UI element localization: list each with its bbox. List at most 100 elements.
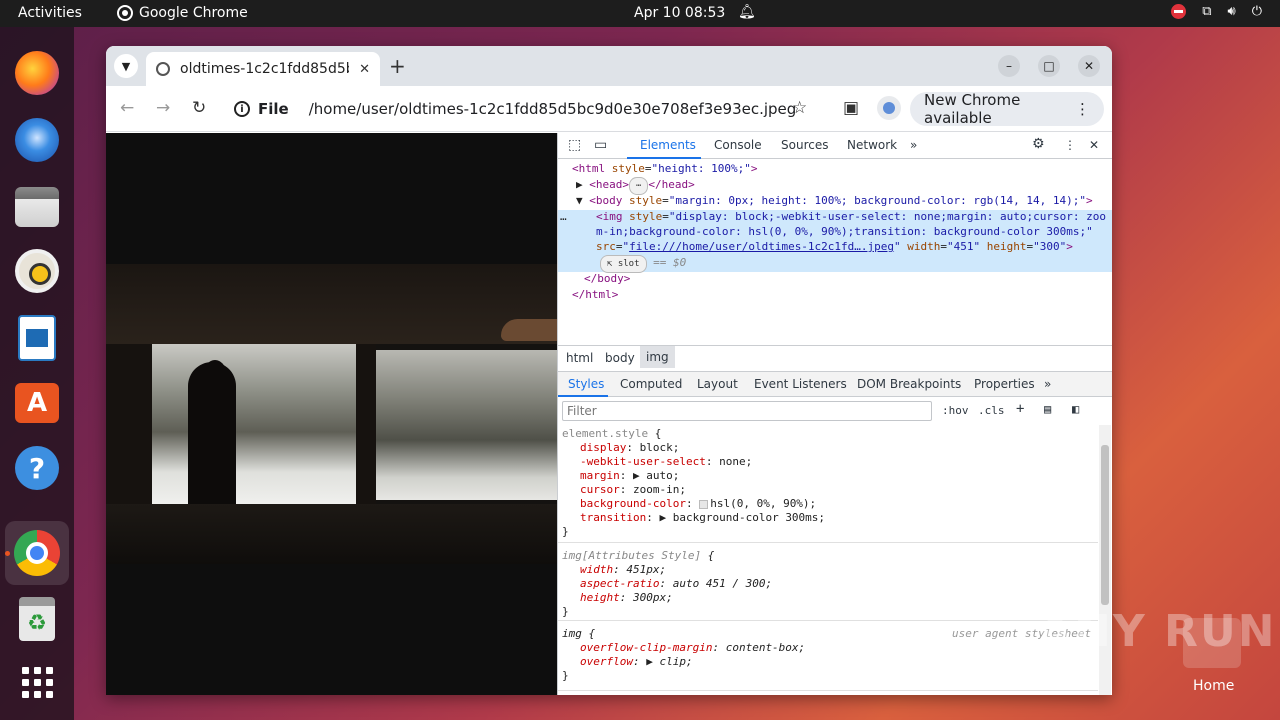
node-ellipsis-icon[interactable]: … [560,209,567,225]
network-icon[interactable]: ⧉ [1202,4,1211,19]
tab-layout[interactable]: Layout [697,377,738,391]
dom-node-body-close[interactable]: </body> [584,271,630,287]
home-folder-icon[interactable] [1183,618,1241,668]
tab-properties[interactable]: Properties [974,377,1035,391]
tab-strip: ▼ oldtimes-1c2c1fdd85d5b ✕ + – □ ✕ [106,46,1112,86]
dock-trash[interactable]: ♻ [12,594,62,644]
new-style-rule-icon[interactable]: + [1016,401,1024,417]
power-icon[interactable]: ⏻ [1252,4,1262,19]
activities-button[interactable]: Activities [18,5,82,21]
dock-rhythmbox[interactable] [12,246,62,296]
style-prop: width: 451px; [580,563,667,576]
displayed-image[interactable] [106,264,557,564]
info-icon[interactable]: i [234,101,250,117]
toggle-sidebar-icon[interactable]: ◧ [1072,402,1079,416]
reveal-icon: ⇱ [607,259,613,269]
close-tab-icon[interactable]: ✕ [359,62,370,77]
style-prop[interactable]: cursor: zoom-in; [580,483,686,497]
tab-dom-breakpoints[interactable]: DOM Breakpoints [857,377,961,391]
settings-gear-icon[interactable]: ⚙ [1032,136,1045,152]
expand-arrow-icon: ▶ [576,178,583,191]
devtools-tabbar: ⬚ ▭ Elements Console Sources Network » ⚙… [558,133,1112,159]
bell-icon[interactable]: 🔔︎ [738,4,756,20]
forward-button[interactable]: → [156,98,170,118]
dom-node-body[interactable]: ▼ <body style="margin: 0px; height: 100%… [576,193,1093,209]
profile-avatar[interactable] [877,96,901,120]
dom-node-img-cont: m-in;background-color: hsl(0, 0%, 90%);t… [596,225,1093,238]
dock-firefox[interactable] [12,48,62,98]
dom-node-html[interactable]: <html style="height: 100%;"> [572,161,757,177]
tab-console[interactable]: Console [714,138,762,152]
do-not-disturb-icon[interactable] [1171,4,1187,19]
active-tab[interactable]: oldtimes-1c2c1fdd85d5b ✕ [146,52,380,86]
dock-app-center[interactable]: A [12,378,62,428]
image-src-link[interactable]: file:///home/user/oldtimes-1c2c1fd….jpeg [629,240,894,253]
close-window-button[interactable]: ✕ [1078,55,1100,77]
minimize-button[interactable]: – [998,55,1020,77]
rule-selector: img [562,627,582,640]
dock-show-apps[interactable] [12,657,62,707]
url-text[interactable]: /home/user/oldtimes-1c2c1fdd85d5bc9d0e30… [309,100,797,118]
app-menu[interactable]: Google Chrome [117,5,248,21]
style-prop[interactable]: transition: ▶ background-color 300ms; [580,511,825,525]
chrome-app-icon [117,5,133,21]
tab-computed[interactable]: Computed [620,377,682,391]
tab-event-listeners[interactable]: Event Listeners [754,377,847,391]
thunderbird-icon [15,118,59,162]
volume-icon[interactable]: 🔊︎ [1228,4,1236,19]
style-prop[interactable]: -webkit-user-select: none; [580,455,752,469]
firefox-icon [15,51,59,95]
tab-elements[interactable]: Elements [640,138,696,152]
home-desktop-label[interactable]: Home [1193,678,1234,694]
kebab-menu-icon[interactable]: ⋮ [1075,100,1090,118]
rhythmbox-icon [15,249,59,293]
filter-row: Filter :hov .cls + ▤ ◧ [558,397,1098,425]
breadcrumb-body[interactable]: body [605,351,635,365]
new-tab-button[interactable]: + [389,54,406,78]
update-chip[interactable]: New Chrome available ⋮ [910,91,1104,127]
system-tray[interactable]: ⧉ 🔊︎ ⏻ [1171,4,1262,19]
class-toggle[interactable]: .cls [978,404,1005,417]
dom-node-html-close[interactable]: </html> [572,287,618,303]
dock-files[interactable] [12,182,62,232]
hover-state-toggle[interactable]: :hov [942,404,969,417]
style-prop[interactable]: margin: ▶ auto; [580,469,679,483]
scrollbar-thumb[interactable] [1101,445,1109,605]
clock[interactable]: Apr 10 08:53 [634,5,725,21]
dock-thunderbird[interactable] [12,115,62,165]
paint-brush-icon[interactable]: ▤ [1044,402,1051,416]
device-toolbar-icon[interactable]: ▭ [594,137,607,153]
style-prop[interactable]: background-color: hsl(0, 0%, 90%); [580,497,816,511]
more-tabs-icon[interactable]: » [910,138,917,152]
tab-search-button[interactable]: ▼ [114,54,138,78]
breadcrumb-img[interactable]: img [640,346,675,368]
tab-styles[interactable]: Styles [568,377,604,391]
style-prop[interactable]: display: block; [580,441,679,455]
rule-selector[interactable]: element.style [562,427,648,440]
tab-sources[interactable]: Sources [781,138,828,152]
tab-title: oldtimes-1c2c1fdd85d5b [180,61,350,77]
address-bar[interactable]: i File /home/user/oldtimes-1c2c1fdd85d5b… [226,93,826,125]
chrome-window: ▼ oldtimes-1c2c1fdd85d5b ✕ + – □ ✕ ← → ↻… [106,46,1112,695]
tab-network[interactable]: Network [847,138,897,152]
inspect-element-icon[interactable]: ⬚ [568,137,581,153]
devtools-panel: ⬚ ▭ Elements Console Sources Network » ⚙… [557,133,1112,695]
more-subtabs-icon[interactable]: » [1044,377,1051,391]
maximize-button[interactable]: □ [1038,55,1060,77]
toolbar: ← → ↻ i File /home/user/oldtimes-1c2c1fd… [106,86,1112,132]
back-button[interactable]: ← [120,98,134,118]
side-panel-icon[interactable]: ▣ [843,98,859,118]
close-devtools-icon[interactable]: ✕ [1089,138,1099,152]
devtools-menu-icon[interactable]: ⋮ [1064,138,1076,152]
dock-writer[interactable] [12,313,62,363]
reload-button[interactable]: ↻ [192,98,206,118]
rule-element-style: element.style { display: block; -webkit-… [558,425,1098,543]
dom-node-img[interactable]: <img style="display: block;-webkit-user-… [596,209,1106,225]
color-swatch-icon[interactable] [699,499,709,509]
rule-user-agent: img { user agent stylesheet overflow-cli… [558,621,1098,691]
breadcrumb-html[interactable]: html [566,351,593,365]
bookmark-star-icon[interactable]: ☆ [792,98,807,118]
filter-input[interactable]: Filter [562,401,932,421]
dock-chrome[interactable] [5,521,69,585]
dock-help[interactable]: ? [12,443,62,493]
